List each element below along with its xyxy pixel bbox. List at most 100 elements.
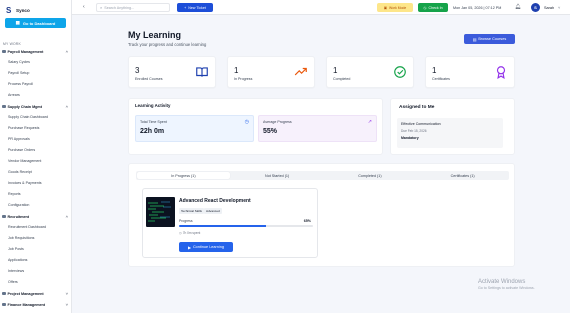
sidebar-item-process-payroll[interactable]: Process Payroll: [0, 79, 71, 90]
clock-icon: ◷: [244, 119, 249, 125]
new-ticket-button[interactable]: + New Ticket: [177, 3, 213, 12]
tab-not-started[interactable]: Not Started (1): [231, 171, 324, 180]
check-circle-icon: [394, 66, 406, 78]
sidebar-item-reports[interactable]: Reports: [0, 189, 71, 200]
folder-icon: [2, 104, 6, 109]
stat-value: 1: [333, 66, 338, 75]
grid-icon: ▦: [15, 20, 20, 25]
sidebar-item-pr-approvals[interactable]: PR Approvals: [0, 134, 71, 145]
stat-value: 1: [234, 66, 239, 75]
course-title: Advanced React Development: [179, 198, 251, 204]
sidebar-section-label: MY WORK: [3, 42, 21, 46]
chevron-down-icon: ˅: [65, 291, 68, 296]
sidebar-item-purchase-requests[interactable]: Purchase Requests: [0, 123, 71, 134]
brand-name: Synco: [16, 7, 30, 13]
clock-icon: ◷: [179, 231, 182, 235]
sidebar-group-supply-chain[interactable]: Supply Chain Mgmt ˄: [0, 101, 71, 112]
play-icon: ▶: [188, 245, 191, 250]
sidebar-item-vendor-management[interactable]: Vendor Management: [0, 156, 71, 167]
logo-icon: S: [6, 5, 12, 15]
book-open-icon: ▤: [472, 37, 477, 42]
avatar[interactable]: S: [531, 2, 540, 12]
sidebar-item-recruitment-dashboard[interactable]: Recruitment Dashboard: [0, 222, 71, 233]
watermark-title: Activate Windows: [478, 279, 526, 285]
sidebar-item-purchase-orders[interactable]: Purchase Orders: [0, 145, 71, 156]
stat-card-enrolled: 3 Enrolled Courses: [128, 56, 216, 88]
sidebar-item-applications[interactable]: Applications: [0, 255, 71, 266]
progress-value: 65%: [303, 219, 311, 223]
courses-panel: In Progress (1) Not Started (1) Complete…: [128, 163, 515, 267]
course-card[interactable]: Advanced React Development Technical Ski…: [142, 188, 318, 258]
sidebar-group-project-management[interactable]: Project Management ˅: [0, 288, 71, 299]
page-title: My Learning: [128, 30, 182, 40]
book-icon: [196, 67, 208, 77]
stat-card-completed: 1 Completed: [326, 56, 414, 88]
sidebar-item-offers[interactable]: Offers: [0, 277, 71, 288]
collapse-sidebar-icon[interactable]: ‹: [83, 4, 85, 10]
folder-icon: [2, 49, 6, 54]
chevron-up-icon: ˄: [65, 214, 68, 219]
user-name[interactable]: Sarah: [544, 6, 554, 10]
sidebar-group-recruitment[interactable]: Recruitment ˄: [0, 211, 71, 222]
sidebar-item-job-requisitions[interactable]: Job Requisitions: [0, 233, 71, 244]
tag-advanced: Advanced: [204, 208, 222, 214]
stat-card-certificates: 1 Certificates: [425, 56, 515, 88]
sidebar-item-configuration[interactable]: Configuration: [0, 200, 71, 211]
course-tabs: In Progress (1) Not Started (1) Complete…: [136, 171, 509, 180]
tile-value: 22h 0m: [140, 128, 165, 135]
sidebar-item-supply-chain-dashboard[interactable]: Supply Chain Dashboard: [0, 112, 71, 123]
sidebar-item-interviews[interactable]: Interviews: [0, 266, 71, 277]
go-to-dashboard-button[interactable]: ▦ Go to Dashboard: [5, 18, 66, 28]
chevron-up-icon: ˄: [65, 104, 68, 109]
sidebar-item-job-posts[interactable]: Job Posts: [0, 244, 71, 255]
chevron-up-icon: ˄: [65, 49, 68, 54]
time-spent: ◷ 7h 0m spent: [179, 231, 201, 235]
continue-learning-button[interactable]: ▶ Continue Learning: [179, 242, 233, 252]
tile-label: Total Time Spent: [140, 120, 167, 124]
stat-label: Enrolled Courses: [135, 77, 163, 81]
work-mode-button[interactable]: ▣ Work Mode: [377, 3, 413, 12]
browse-courses-button[interactable]: ▤ Browse Courses: [464, 34, 515, 44]
tile-value: 55%: [263, 128, 278, 135]
sidebar-item-arrears[interactable]: Arrears: [0, 90, 71, 101]
sidebar-item-invoices-payments[interactable]: Invoices & Payments: [0, 178, 71, 189]
stat-value: 3: [135, 66, 140, 75]
sidebar: S Synco ▦ Go to Dashboard MY WORK Payrol…: [0, 0, 72, 313]
progress-label: Progress: [179, 219, 193, 223]
award-icon: [496, 66, 506, 79]
sidebar-item-goods-receipt[interactable]: Goods Receipt: [0, 167, 71, 178]
assigned-to-me-card: Assigned to Me Effective Communication D…: [390, 98, 515, 155]
learning-activity-card: Learning Activity Total Time Spent 22h 0…: [128, 98, 383, 155]
section-title: Assigned to Me: [399, 105, 435, 110]
tab-completed[interactable]: Completed (1): [324, 171, 417, 180]
code-screen-image: [146, 197, 175, 227]
search-input[interactable]: [104, 5, 165, 10]
sidebar-group-finance-management[interactable]: Finance Management ˅: [0, 299, 71, 310]
sidebar-item-salary-cycles[interactable]: Salary Cycles: [0, 57, 71, 68]
logo: S Synco: [0, 0, 71, 14]
search-icon: ⌕: [100, 5, 103, 10]
tab-in-progress[interactable]: In Progress (1): [137, 172, 230, 179]
topbar: ‹ ⌕ + New Ticket ▣ Work Mode ◷ Check In …: [72, 0, 570, 15]
folder-icon: [2, 291, 6, 296]
tab-certificates[interactable]: Certificates (1): [416, 171, 509, 180]
chevron-down-icon: ˅: [65, 302, 68, 307]
chevron-down-icon[interactable]: ˅: [558, 5, 560, 10]
bell-icon[interactable]: 🔔︎: [515, 4, 521, 10]
plus-icon: +: [184, 5, 187, 10]
mandatory-badge: Mandatory: [401, 136, 419, 140]
stat-label: Completed: [333, 77, 351, 81]
course-thumbnail: [146, 197, 175, 227]
sidebar-group-payroll-management[interactable]: Payroll Management ˄: [0, 46, 71, 57]
stat-label: In Progress: [234, 77, 253, 81]
search-box[interactable]: ⌕: [96, 3, 170, 12]
briefcase-icon: ▣: [383, 5, 387, 10]
average-progress-tile: Average Progress 55% ↗: [258, 115, 377, 142]
check-in-button[interactable]: ◷ Check In: [418, 3, 448, 12]
sidebar-nav: Payroll Management ˄ Salary Cycles Payro…: [0, 46, 71, 310]
folder-icon: [2, 302, 6, 307]
progress-bar: [179, 225, 313, 227]
trending-up-icon: ↗: [367, 119, 372, 125]
assigned-course-item[interactable]: Effective Communication Due Feb 15, 2026…: [397, 118, 503, 148]
sidebar-item-payroll-setup[interactable]: Payroll Setup: [0, 68, 71, 79]
